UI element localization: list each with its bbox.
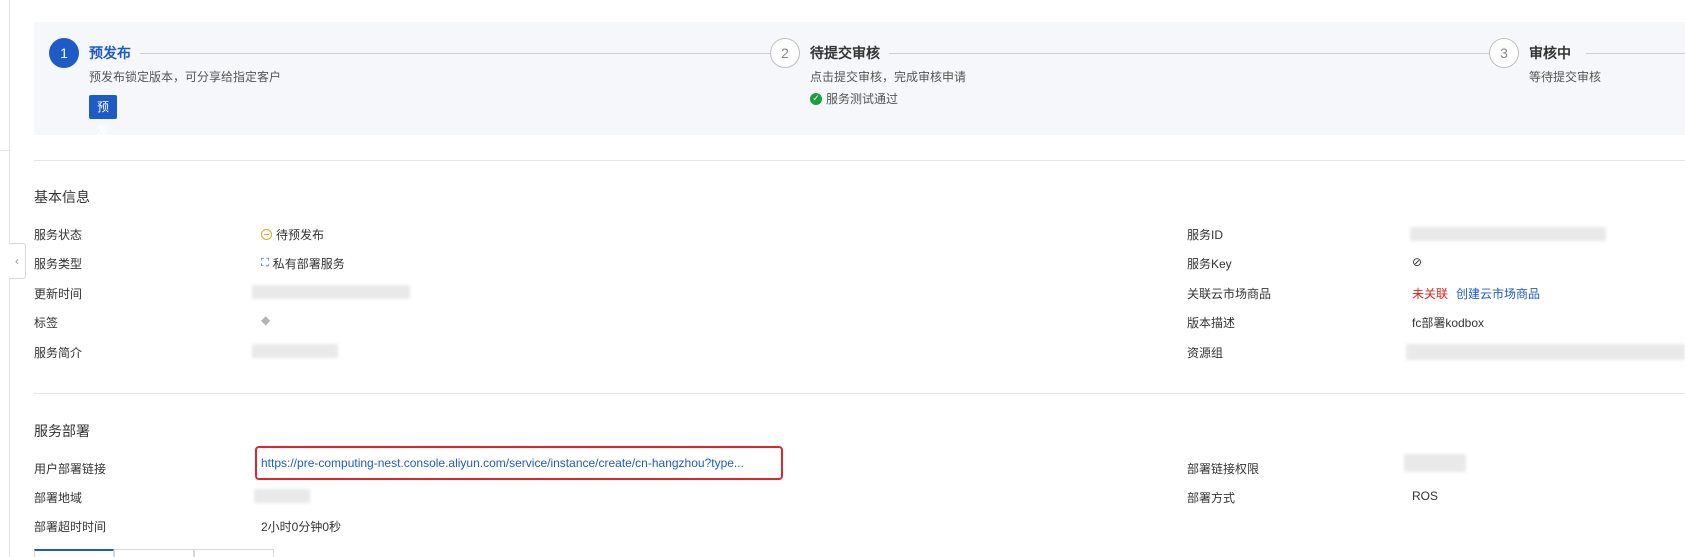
method-value: ROS <box>1412 489 1439 503</box>
version-desc-value: fc部署kodbox <box>1412 316 1485 330</box>
step-title: 审核中 <box>1529 45 1571 61</box>
service-id-value-redacted <box>1410 227 1606 241</box>
eye-off-icon[interactable]: ⊘ <box>1412 255 1422 269</box>
section-divider <box>34 393 1685 394</box>
tab-1[interactable] <box>34 549 114 557</box>
org-structure-icon: ⛶ <box>261 257 269 269</box>
permission-label: 部署链接权限 <box>1187 462 1260 476</box>
tab-3[interactable] <box>194 549 274 557</box>
bottom-tabs <box>34 549 274 557</box>
step-description: 等待提交审核 <box>1529 70 1602 84</box>
check-circle-icon: ✓ <box>810 92 822 105</box>
region-value-redacted <box>254 489 310 503</box>
service-key-value: ⊘ <box>1412 255 1422 269</box>
market-status: 未关联 <box>1412 287 1449 301</box>
step-title: 待提交审核 <box>810 45 880 61</box>
service-status-text: 待预发布 <box>276 228 325 242</box>
deploy-title: 服务部署 <box>34 423 90 439</box>
chevron-left-icon: ‹ <box>15 254 19 268</box>
service-test-status-label: 服务测试通过 <box>826 92 899 106</box>
sidebar-collapse-button[interactable]: ‹ <box>9 243 26 279</box>
step-number: 2 <box>770 38 800 68</box>
service-id-label: 服务ID <box>1187 228 1224 242</box>
step-number: 1 <box>49 38 79 68</box>
publish-steps-panel: 1 预发布 预发布锁定版本，可分享给指定客户 预发布 2 待提交审核 点击提交审… <box>34 22 1685 162</box>
basic-info-title: 基本信息 <box>34 189 90 205</box>
service-test-status: ✓ 服务测试通过 <box>810 90 898 107</box>
step-number: 3 <box>1489 38 1519 68</box>
resource-group-label: 资源组 <box>1187 346 1224 360</box>
create-market-product-link[interactable]: 创建云市场商品 <box>1456 285 1540 302</box>
service-type-value: ⛶ 私有部署服务 <box>261 255 345 272</box>
step-description: 点击提交审核，完成审核申请 <box>810 70 967 84</box>
service-type-text: 私有部署服务 <box>272 257 345 271</box>
sidebar-divider <box>0 150 9 151</box>
pending-icon <box>261 229 272 240</box>
step-connector <box>1586 53 1685 54</box>
tags-value: ◆ <box>261 313 270 327</box>
service-type-label: 服务类型 <box>34 257 83 271</box>
step-description: 预发布锁定版本，可分享给指定客户 <box>89 70 282 84</box>
region-label: 部署地域 <box>34 491 83 505</box>
user-deploy-link-box[interactable]: https://pre-computing-nest.console.aliyu… <box>255 446 783 480</box>
user-deploy-link[interactable]: https://pre-computing-nest.console.aliyu… <box>261 456 744 470</box>
service-key-label: 服务Key <box>1187 257 1232 271</box>
resource-group-value-redacted <box>1406 344 1685 360</box>
market-label: 关联云市场商品 <box>1187 287 1272 301</box>
timeout-value: 2小时0分钟0秒 <box>261 520 342 534</box>
method-label: 部署方式 <box>1187 491 1236 505</box>
market-value: 未关联 创建云市场商品 <box>1412 285 1540 302</box>
intro-label: 服务简介 <box>34 346 83 360</box>
prepublish-button[interactable]: 预发布 <box>89 95 118 162</box>
tab-2[interactable] <box>114 549 194 557</box>
user-link-label: 用户部署链接 <box>34 462 107 476</box>
section-divider <box>34 160 1685 161</box>
version-desc-label: 版本描述 <box>1187 316 1236 330</box>
permission-value-redacted <box>1404 454 1466 472</box>
update-time-value-redacted <box>252 285 410 299</box>
tags-label: 标签 <box>34 316 59 330</box>
step-connector <box>889 53 1517 54</box>
service-status-label: 服务状态 <box>34 228 83 242</box>
step-title: 预发布 <box>89 45 131 61</box>
service-status-value: 待预发布 <box>261 226 324 243</box>
intro-value-redacted <box>252 344 338 358</box>
timeout-label: 部署超时时间 <box>34 520 107 534</box>
update-time-label: 更新时间 <box>34 287 83 301</box>
tag-icon[interactable]: ◆ <box>261 313 270 327</box>
step-connector <box>140 53 795 54</box>
